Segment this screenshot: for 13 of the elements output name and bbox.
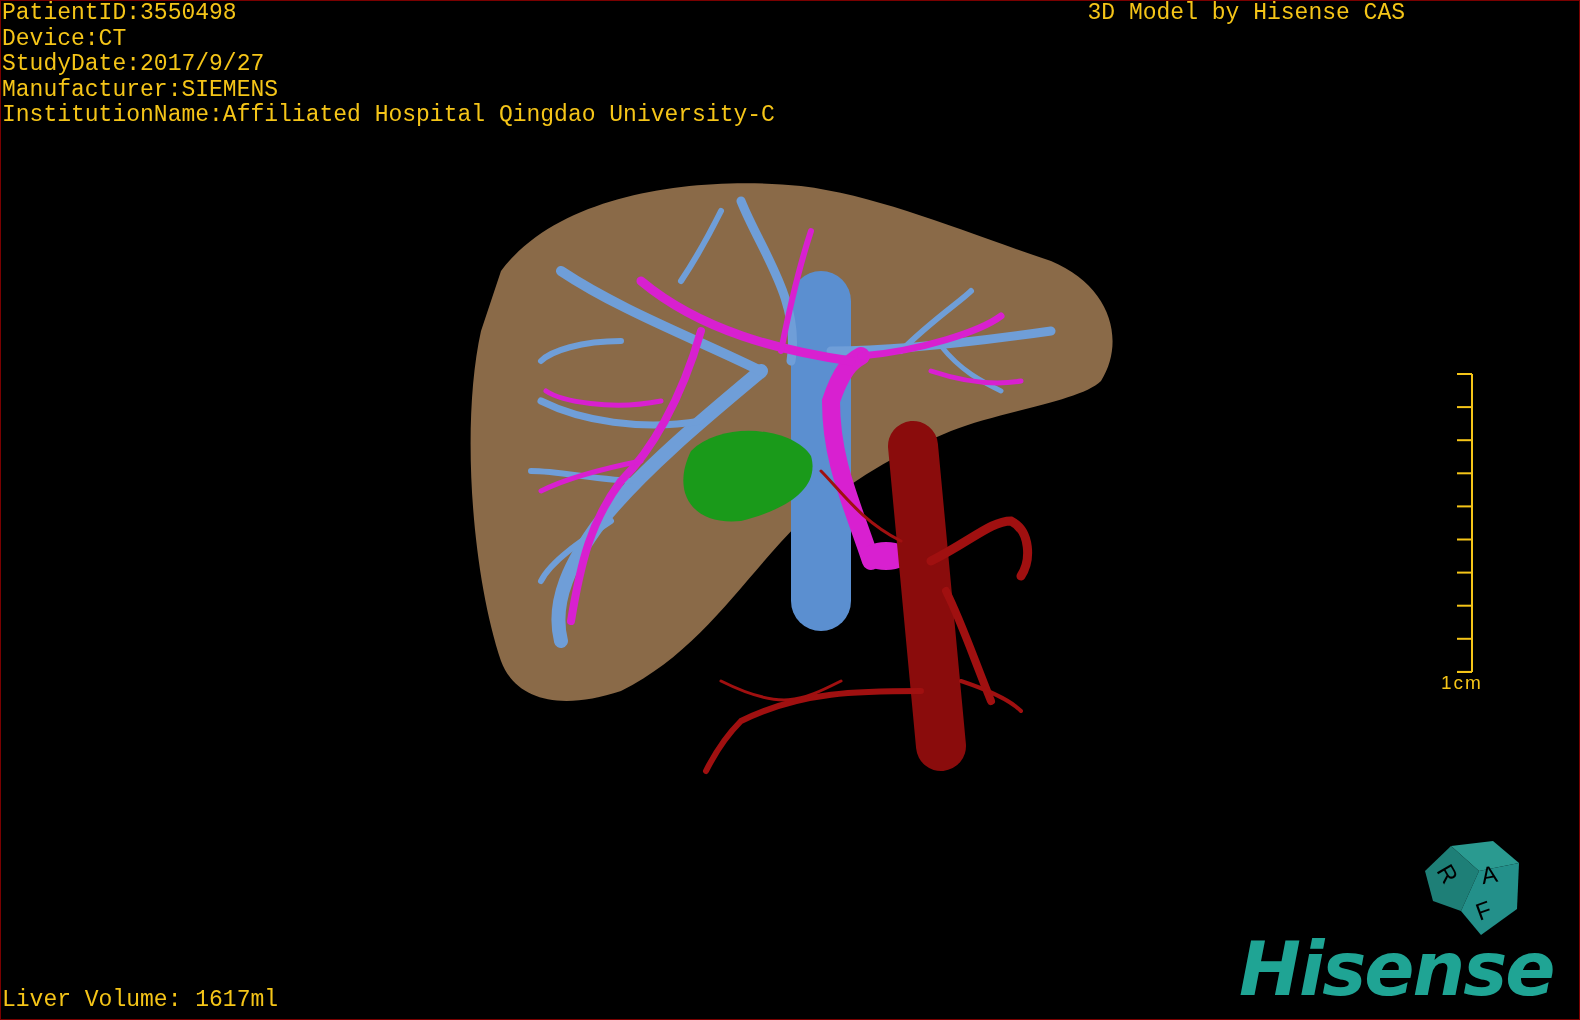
hisense-logo: Hisense (1239, 931, 1554, 1007)
scale-label: 1cm (1441, 673, 1483, 693)
study-info-text: InstitutionName:Affiliated Hospital Qingdao University-C (2, 103, 775, 129)
study-info-text: PatientID:3550498 (2, 1, 238, 27)
cube-face-label: A (1479, 859, 1500, 890)
orientation-cube[interactable] (1425, 841, 1519, 935)
study-info-text: StudyDate:2017/9/27 (2, 52, 266, 78)
liver-volume-text: Liver Volume: 1617ml (1, 988, 280, 1015)
study-info-text: Manufacturer:SIEMENS (2, 77, 280, 103)
cube-face-label: F (1472, 895, 1495, 926)
viewer-title: 3D Model by Hisense CAS (1087, 1, 1405, 27)
cube-face-label: R (1431, 859, 1464, 888)
study-info-text: Device:CT (2, 26, 128, 52)
